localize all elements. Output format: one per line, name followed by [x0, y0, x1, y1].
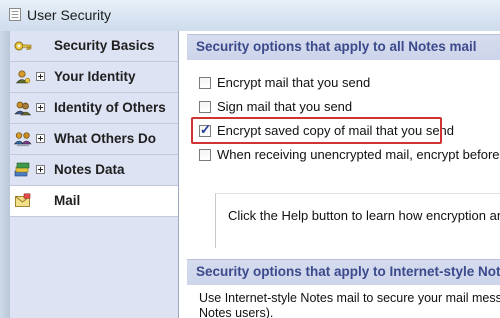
highlight-annotation [191, 117, 442, 144]
main-panel: Security options that apply to all Notes… [179, 31, 500, 318]
sidebar-item-label: Notes Data [54, 162, 125, 177]
identity-icon [15, 70, 31, 84]
window-title: User Security [27, 7, 112, 23]
sidebar-item-label: Security Basics [54, 38, 155, 53]
title-bar[interactable]: User Security [0, 0, 500, 32]
encrypt-incoming-checkbox[interactable] [199, 149, 211, 161]
sign-mail-checkbox[interactable] [199, 101, 211, 113]
others-identity-icon [14, 101, 32, 116]
sidebar: Security Basics Your Identity Identity o… [10, 31, 179, 318]
section-header-internet-mail: Security options that apply to Internet-… [187, 259, 500, 285]
encrypt-mail-checkbox[interactable] [199, 77, 211, 89]
sidebar-item-label: Your Identity [54, 69, 136, 84]
sidebar-item-identity-of-others[interactable]: Identity of Others [10, 93, 178, 124]
document-icon [9, 8, 21, 21]
expand-icon[interactable] [36, 72, 45, 81]
sidebar-item-label: Mail [54, 193, 81, 208]
encrypt-incoming-label: When receiving unencrypted mail, encrypt… [217, 147, 500, 162]
sidebar-item-your-identity[interactable]: Your Identity [10, 62, 178, 93]
expand-icon[interactable] [36, 165, 45, 174]
sign-mail-label: Sign mail that you send [217, 99, 353, 114]
sidebar-item-security-basics[interactable]: Security Basics [10, 31, 178, 62]
expand-icon[interactable] [36, 103, 45, 112]
encrypt-mail-label: Encrypt mail that you send [217, 75, 371, 90]
key-icon [14, 41, 32, 51]
people-icon [14, 132, 32, 147]
internet-mail-description-line2: Notes users). [199, 306, 274, 318]
notes-data-icon [14, 162, 30, 177]
internet-mail-description-line1: Use Internet-style Notes mail to secure … [199, 291, 500, 305]
mail-icon [15, 193, 31, 207]
sidebar-item-what-others-do[interactable]: What Others Do [10, 124, 178, 155]
sidebar-item-mail[interactable]: Mail [10, 186, 178, 217]
sidebar-item-notes-data[interactable]: Notes Data [10, 155, 178, 186]
section-header-notes-mail: Security options that apply to all Notes… [187, 34, 500, 60]
sidebar-item-label: Identity of Others [54, 100, 166, 115]
expand-icon[interactable] [36, 134, 45, 143]
help-info-box: Click the Help button to learn how encry… [215, 193, 500, 248]
sidebar-item-label: What Others Do [54, 131, 157, 146]
help-text: Click the Help button to learn how encry… [228, 208, 500, 223]
user-security-window: User Security Security Basics Your Ident… [0, 0, 500, 318]
window-frame-left [0, 31, 10, 318]
